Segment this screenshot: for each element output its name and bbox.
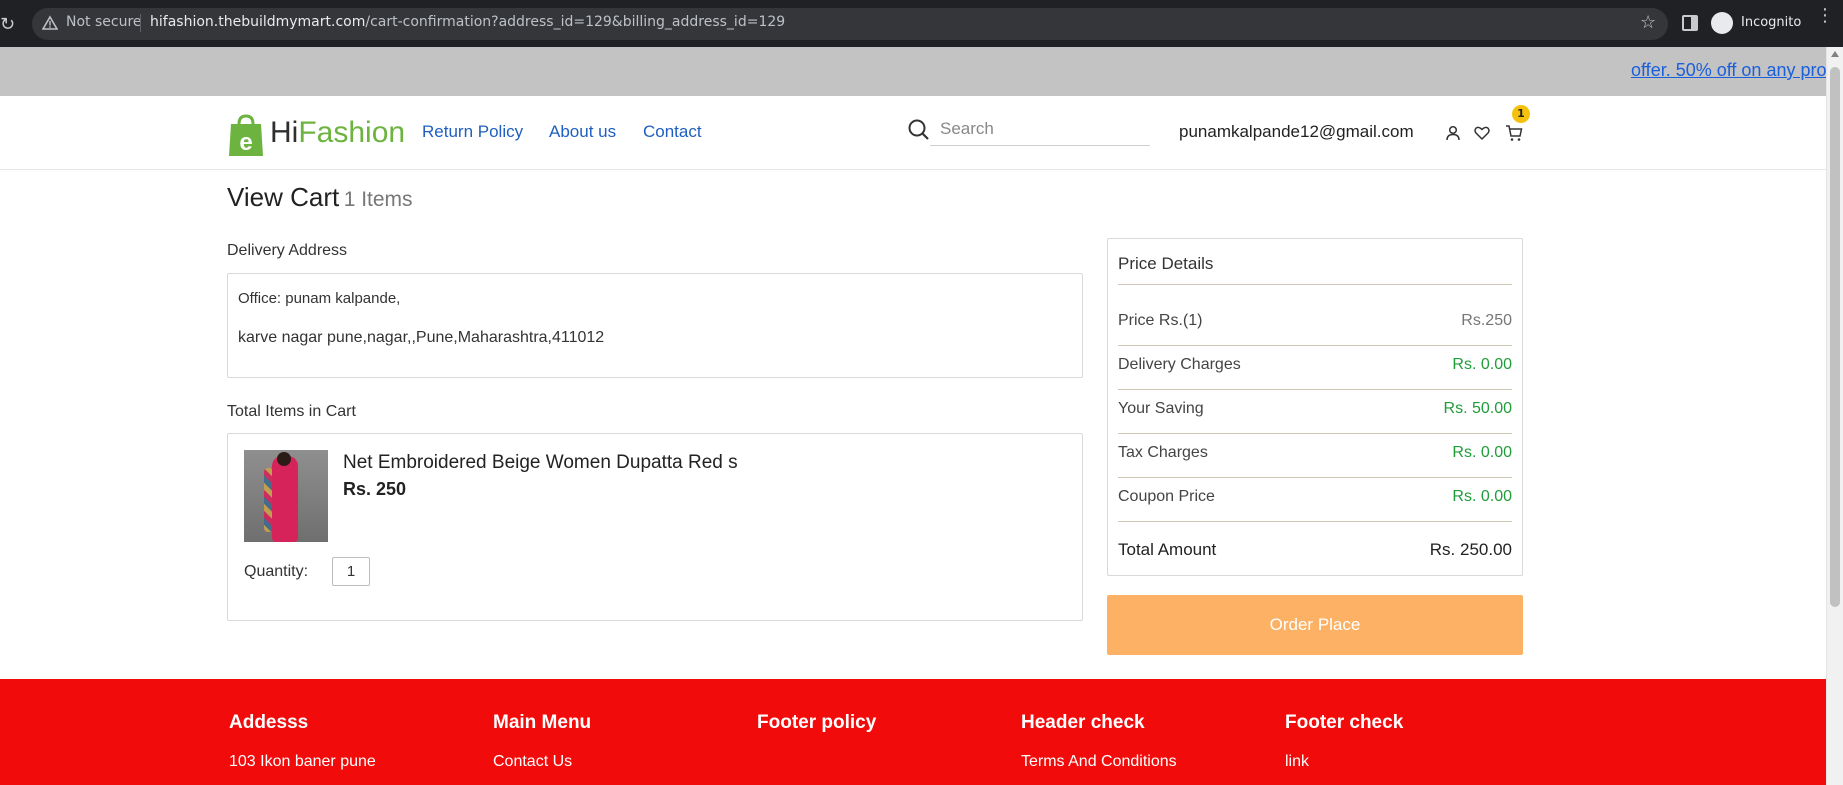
coupon-price-value: Rs. 0.00: [1452, 488, 1512, 505]
svg-text:e: e: [239, 129, 252, 156]
url-text[interactable]: hifashion.thebuildmymart.com/cart-confir…: [150, 14, 785, 30]
order-place-button[interactable]: Order Place: [1107, 595, 1523, 655]
footer-main-menu-title: Main Menu: [493, 712, 592, 733]
footer-header-check-title: Header check: [1021, 712, 1145, 733]
side-panel-icon[interactable]: [1682, 15, 1698, 31]
address-line-2: karve nagar pune,nagar,,Pune,Maharashtra…: [238, 329, 605, 346]
footer-check-title: Footer check: [1285, 712, 1404, 733]
offer-link[interactable]: offer. 50% off on any prod: [1631, 60, 1826, 81]
footer-address-text: 103 Ikon baner pune: [229, 753, 376, 770]
search-icon[interactable]: [907, 118, 931, 142]
security-label[interactable]: Not secure: [66, 14, 142, 30]
url-path: /cart-confirmation?address_id=129&billin…: [365, 14, 786, 30]
logo-hi: Hi: [270, 116, 299, 149]
scroll-up-arrow-icon[interactable]: [1831, 51, 1839, 57]
total-amount-value: Rs. 250.00: [1429, 540, 1512, 559]
price-row-value: Rs.250: [1461, 312, 1512, 329]
divider: [1118, 284, 1512, 285]
footer-terms-link[interactable]: Terms And Conditions: [1021, 753, 1177, 771]
tax-charges-label: Tax Charges: [1118, 444, 1208, 461]
site-logo[interactable]: e HiFashion: [227, 110, 407, 158]
bookmark-star-icon[interactable]: ☆: [1640, 12, 1660, 33]
price-details-card: Price Details Price Rs.(1) Rs.250 Delive…: [1107, 238, 1523, 576]
total-amount-label: Total Amount: [1118, 540, 1217, 559]
divider: [1118, 433, 1512, 434]
logo-fashion: Fashion: [298, 116, 406, 149]
nav-return-policy[interactable]: Return Policy: [422, 122, 523, 142]
product-name[interactable]: Net Embroidered Beige Women Dupatta Red …: [343, 452, 738, 474]
footer-link[interactable]: link: [1285, 753, 1309, 771]
divider: [1118, 389, 1512, 390]
user-email[interactable]: punamkalpande12@gmail.com: [1179, 122, 1414, 142]
footer-contact-us-link[interactable]: Contact Us: [493, 753, 572, 771]
total-items-label: Total Items in Cart: [227, 403, 356, 420]
divider: [1118, 521, 1512, 522]
incognito-icon[interactable]: [1711, 12, 1733, 34]
url-host: hifashion.thebuildmymart.com: [150, 14, 366, 30]
price-row-label: Price Rs.(1): [1118, 312, 1203, 329]
delivery-address-card: Office: punam kalpande, karve nagar pune…: [227, 273, 1083, 378]
search-input[interactable]: [930, 113, 1150, 146]
view-cart-heading: View Cart: [227, 182, 340, 212]
delivery-address-label: Delivery Address: [227, 242, 348, 259]
user-icon[interactable]: [1444, 124, 1462, 142]
tax-charges-value: Rs. 0.00: [1452, 444, 1512, 461]
profile-label[interactable]: Incognito: [1741, 15, 1801, 30]
model-figure-shape: [272, 456, 298, 542]
site-header: e HiFashion Return Policy About us Conta…: [0, 96, 1826, 170]
divider: [1118, 345, 1512, 346]
browser-toolbar: ↻ Not secure hifashion.thebuildmymart.co…: [0, 0, 1843, 47]
your-saving-label: Your Saving: [1118, 400, 1204, 417]
coupon-price-label: Coupon Price: [1118, 488, 1215, 505]
quantity-label: Quantity:: [244, 563, 309, 580]
divider: [1118, 477, 1512, 478]
nav-about-us[interactable]: About us: [549, 122, 616, 142]
offer-marquee: offer. 50% off on any prod: [0, 47, 1826, 96]
delivery-charges-value: Rs. 0.00: [1452, 356, 1512, 373]
cart-item-card: Net Embroidered Beige Women Dupatta Red …: [227, 433, 1083, 621]
cart-icon[interactable]: [1505, 124, 1523, 142]
footer-address-title: Addesss: [229, 712, 309, 733]
warning-icon[interactable]: [42, 15, 58, 31]
your-saving-value: Rs. 50.00: [1443, 400, 1512, 417]
shopping-bag-logo-icon: e: [229, 114, 263, 156]
scrollbar-thumb[interactable]: [1830, 67, 1840, 607]
page-title: View Cart 1 Items: [227, 182, 413, 213]
items-count: 1 Items: [343, 188, 413, 211]
more-menu-icon[interactable]: ⋮: [1816, 7, 1834, 34]
price-details-title: Price Details: [1118, 254, 1214, 273]
product-image[interactable]: [244, 450, 328, 542]
logo-text: HiFashion: [270, 116, 405, 150]
footer-policy-title: Footer policy: [757, 712, 877, 733]
quantity-input[interactable]: [332, 557, 370, 586]
cart-count-badge: 1: [1512, 105, 1530, 123]
site-footer: Addesss 103 Ikon baner pune Main Menu Co…: [0, 679, 1826, 785]
product-price: Rs. 250: [343, 479, 407, 499]
page-scrollbar[interactable]: [1826, 47, 1843, 785]
reload-icon[interactable]: ↻: [0, 14, 16, 35]
nav-contact[interactable]: Contact: [643, 122, 702, 142]
delivery-charges-label: Delivery Charges: [1118, 356, 1241, 373]
heart-icon[interactable]: [1473, 124, 1491, 142]
address-line-1: Office: punam kalpande,: [238, 290, 401, 307]
address-separator: [140, 14, 141, 32]
model-head-shape: [277, 452, 291, 466]
